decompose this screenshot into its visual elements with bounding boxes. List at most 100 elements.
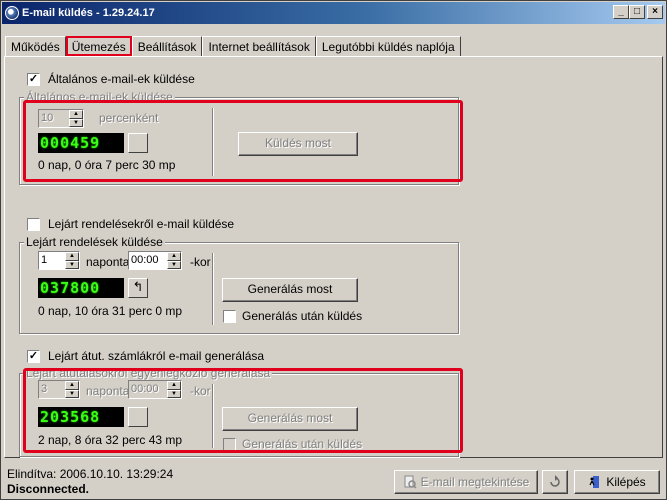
led-digit: 0 — [40, 279, 50, 297]
minimize-icon[interactable]: _ — [613, 5, 629, 19]
general-email-group: Általános e-mail-ek küldése 10 ▲ ▼ percen… — [19, 90, 459, 185]
orders-days-spinner[interactable]: 1 ▲ ▼ — [38, 251, 80, 270]
led-digit: 0 — [50, 134, 60, 152]
transfers-send-after-label: Generálás után küldés — [242, 437, 363, 451]
overdue-invoices-checkbox-label: Lejárt átut. számlákról e-mail generálás… — [48, 349, 265, 363]
overdue-invoices-checkbox[interactable]: ✓ — [27, 349, 40, 363]
exit-button[interactable]: Kilépés — [574, 470, 660, 494]
orders-time-suffix: -kor — [190, 255, 211, 269]
overdue-orders-group-title: Lejárt rendelések küldése — [24, 235, 165, 249]
overdue-orders-checkbox-label: Lejárt rendelésekről e-mail küldése — [48, 217, 235, 231]
tab-legutobbi-kuldes-naploja[interactable]: Legutóbbi küldés naplója — [315, 36, 461, 56]
general-countdown-led: 0 0 0 4 5 9 — [38, 133, 124, 153]
orders-generate-now-button[interactable]: Generálás most — [222, 278, 358, 302]
group-divider — [212, 253, 214, 325]
led-digit: 8 — [90, 408, 100, 426]
transfers-time-value: 00:00 — [131, 383, 159, 395]
spin-up-icon[interactable]: ▲ — [69, 110, 83, 119]
led-digit: 8 — [70, 279, 80, 297]
led-digit: 2 — [40, 408, 50, 426]
app-icon — [5, 6, 19, 20]
connection-status: Disconnected. — [7, 482, 90, 496]
led-digit: 5 — [80, 134, 90, 152]
refresh-button[interactable] — [542, 470, 568, 494]
tab-internet-beallitasok[interactable]: Internet beállítások — [202, 36, 316, 56]
tab-strip: Működés Ütemezés Beállítások Internet be… — [5, 36, 461, 56]
overdue-invoices-checkbox-row[interactable]: ✓ Lejárt átut. számlákról e-mail generál… — [27, 349, 264, 363]
exit-label: Kilépés — [606, 475, 646, 489]
orders-countdown-led: 0 3 7 8 0 0 — [38, 278, 124, 298]
spin-down-icon[interactable]: ▼ — [65, 260, 79, 269]
email-preview-button[interactable]: E-mail megtekintése — [394, 470, 538, 494]
transfers-countdown-text: 2 nap, 8 óra 32 perc 43 mp — [38, 433, 183, 447]
spin-up-icon[interactable]: ▲ — [167, 381, 181, 390]
tab-utemezes[interactable]: Ütemezés — [65, 36, 132, 56]
overdue-orders-checkbox[interactable] — [27, 217, 40, 231]
general-email-checkbox-row[interactable]: ✓ Általános e-mail-ek küldése — [27, 72, 195, 86]
spin-up-icon[interactable]: ▲ — [65, 252, 79, 261]
led-digit: 0 — [90, 279, 100, 297]
status-bar: Elindítva: 2006.10.10. 13:29:24 Disconne… — [4, 463, 663, 499]
general-countdown-text: 0 nap, 0 óra 7 perc 30 mp — [38, 158, 176, 172]
orders-days-value: 1 — [41, 254, 48, 266]
app-window: E-mail küldés - 1.29.24.17 _ □ × Működés… — [0, 0, 667, 500]
led-digit: 0 — [50, 408, 60, 426]
general-interval-spinner[interactable]: 10 ▲ ▼ — [38, 109, 84, 128]
general-interval-value: 10 — [41, 112, 54, 124]
overdue-transfers-group: Lejárt átutalásokról egyenlegközlő gener… — [19, 366, 459, 457]
window-title: E-mail küldés - 1.29.24.17 — [22, 7, 155, 19]
led-digit: 4 — [70, 134, 80, 152]
led-digit: 5 — [70, 408, 80, 426]
title-bar[interactable]: E-mail küldés - 1.29.24.17 _ □ × — [2, 2, 665, 24]
orders-days-unit: naponta — [86, 255, 130, 269]
refresh-icon — [548, 475, 562, 489]
transfers-reset-button[interactable] — [128, 407, 148, 427]
close-icon[interactable]: × — [647, 5, 663, 19]
spin-up-icon[interactable]: ▲ — [167, 252, 181, 261]
orders-send-after-row[interactable]: Generálás után küldés — [223, 309, 362, 323]
maximize-icon[interactable]: □ — [629, 5, 645, 19]
general-email-group-title: Általános e-mail-ek küldése — [24, 90, 175, 104]
exit-door-icon — [588, 475, 602, 489]
transfers-days-unit: naponta — [86, 384, 130, 398]
send-now-button[interactable]: Küldés most — [238, 132, 358, 156]
led-digit: 0 — [80, 279, 90, 297]
magnifier-document-icon — [403, 475, 417, 489]
group-divider — [212, 384, 214, 448]
email-preview-label: E-mail megtekintése — [420, 475, 530, 489]
tab-beallitasok[interactable]: Beállítások — [131, 36, 203, 56]
started-timestamp: Elindítva: 2006.10.10. 13:29:24 — [7, 467, 174, 481]
led-digit: 3 — [50, 279, 60, 297]
spin-down-icon[interactable]: ▼ — [69, 118, 83, 127]
transfers-send-after-row[interactable]: Generálás után küldés — [223, 437, 362, 451]
transfers-send-after-checkbox[interactable] — [223, 437, 236, 451]
transfers-countdown-led: 2 0 3 5 6 8 — [38, 407, 124, 427]
overdue-orders-group: Lejárt rendelések küldése 1 ▲ ▼ naponta 0… — [19, 235, 459, 334]
spin-down-icon[interactable]: ▼ — [167, 389, 181, 398]
orders-time-value: 00:00 — [131, 254, 159, 266]
orders-send-after-checkbox[interactable] — [223, 309, 236, 323]
tab-mukodes[interactable]: Működés — [5, 36, 66, 56]
led-digit: 0 — [60, 134, 70, 152]
spin-down-icon[interactable]: ▼ — [65, 389, 79, 398]
orders-countdown-text: 0 nap, 10 óra 31 perc 0 mp — [38, 304, 183, 318]
overdue-orders-checkbox-row[interactable]: Lejárt rendelésekről e-mail küldése — [27, 217, 234, 231]
general-interval-unit: percenként — [99, 111, 159, 125]
general-reset-button[interactable] — [128, 133, 148, 153]
spin-down-icon[interactable]: ▼ — [167, 260, 181, 269]
general-email-checkbox[interactable]: ✓ — [27, 72, 40, 86]
transfers-generate-now-button[interactable]: Generálás most — [222, 407, 358, 431]
transfers-days-spinner[interactable]: 3 ▲ ▼ — [38, 380, 80, 399]
orders-send-after-label: Generálás után küldés — [242, 309, 363, 323]
orders-time-spinner[interactable]: 00:00 ▲ ▼ — [128, 251, 182, 270]
window-controls: _ □ × — [613, 5, 663, 19]
general-email-checkbox-label: Általános e-mail-ek küldése — [48, 72, 195, 86]
led-digit: 3 — [60, 408, 70, 426]
overdue-transfers-group-title: Lejárt átutalásokról egyenlegközlő gener… — [24, 366, 273, 380]
transfers-days-value: 3 — [41, 383, 48, 395]
transfers-time-spinner[interactable]: 00:00 ▲ ▼ — [128, 380, 182, 399]
spin-up-icon[interactable]: ▲ — [65, 381, 79, 390]
led-digit: 6 — [80, 408, 90, 426]
group-divider — [212, 108, 214, 176]
undo-arrow-icon[interactable]: ↰ — [128, 278, 148, 298]
